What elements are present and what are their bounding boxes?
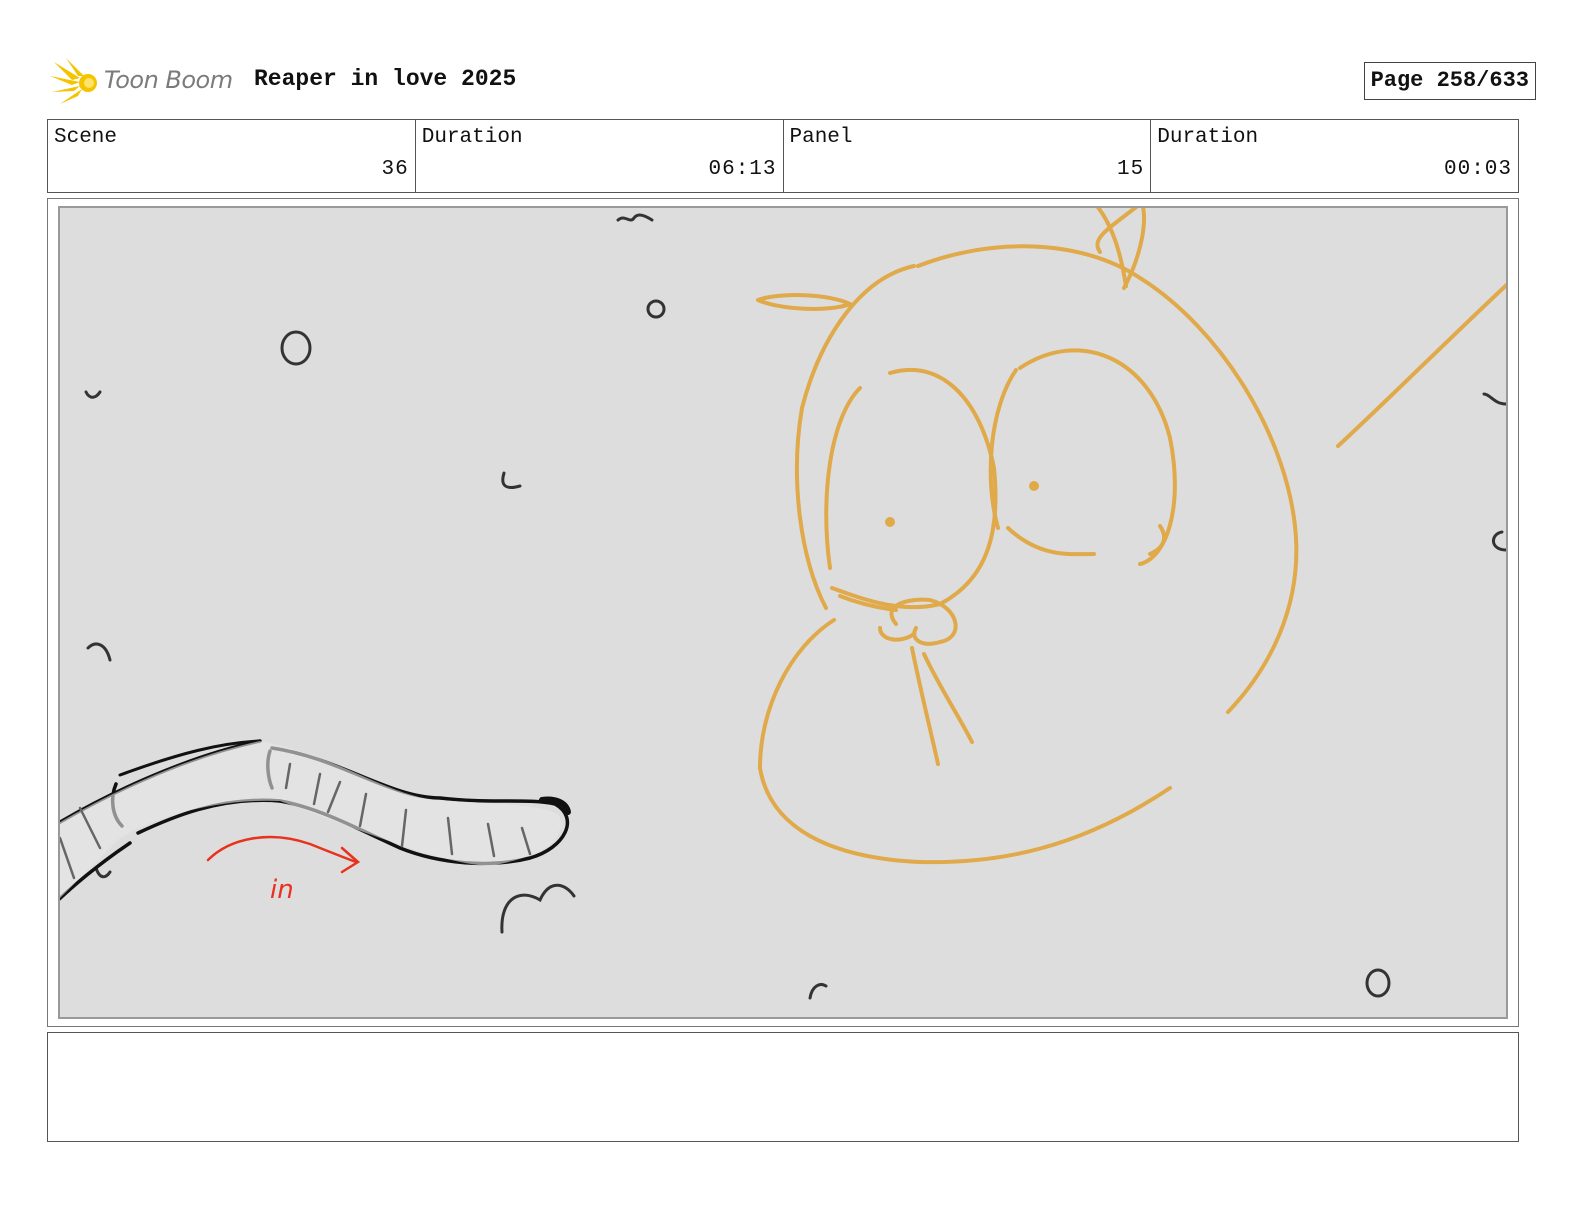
scene-duration-cell: Duration 06:13 — [416, 120, 784, 192]
scene-info-table: Scene 36 Duration 06:13 Panel 15 Duratio… — [47, 119, 1519, 193]
character-eye-right — [1029, 481, 1039, 491]
annotation-text: in — [270, 875, 294, 905]
toon-boom-logo: Toon Boom — [50, 58, 240, 106]
storyboard-header: Toon Boom Reaper in love 2025 Page 258/6… — [50, 52, 1536, 108]
scene-duration-value: 06:13 — [708, 158, 777, 181]
character-eye-left — [885, 517, 895, 527]
panel-duration-label: Duration — [1157, 126, 1259, 149]
scene-value: 36 — [381, 158, 409, 181]
logo-text: Toon Boom — [104, 66, 233, 94]
panel-frame: in — [47, 198, 1519, 1027]
panel-notes-box[interactable] — [47, 1032, 1519, 1142]
scene-cell: Scene 36 — [48, 120, 416, 192]
worm-fill — [60, 741, 561, 898]
project-title: Reaper in love 2025 — [254, 66, 517, 92]
background-doodles — [84, 213, 1506, 1000]
character-sketch — [756, 208, 1506, 865]
panel-drawing-area: in — [58, 206, 1508, 1019]
panel-label: Panel — [789, 126, 853, 149]
scene-label: Scene — [54, 126, 118, 149]
scene-duration-label: Duration — [421, 126, 523, 149]
panel-value: 15 — [1117, 158, 1145, 181]
panel-duration-value: 00:03 — [1443, 158, 1512, 181]
panel-duration-cell: Duration 00:03 — [1151, 120, 1518, 192]
motion-arrow — [206, 835, 361, 874]
page-indicator: Page 258/633 — [1363, 62, 1536, 100]
starburst-icon — [50, 58, 97, 104]
panel-cell: Panel 15 — [784, 120, 1152, 192]
storyboard-sketch: in — [60, 208, 1506, 1000]
